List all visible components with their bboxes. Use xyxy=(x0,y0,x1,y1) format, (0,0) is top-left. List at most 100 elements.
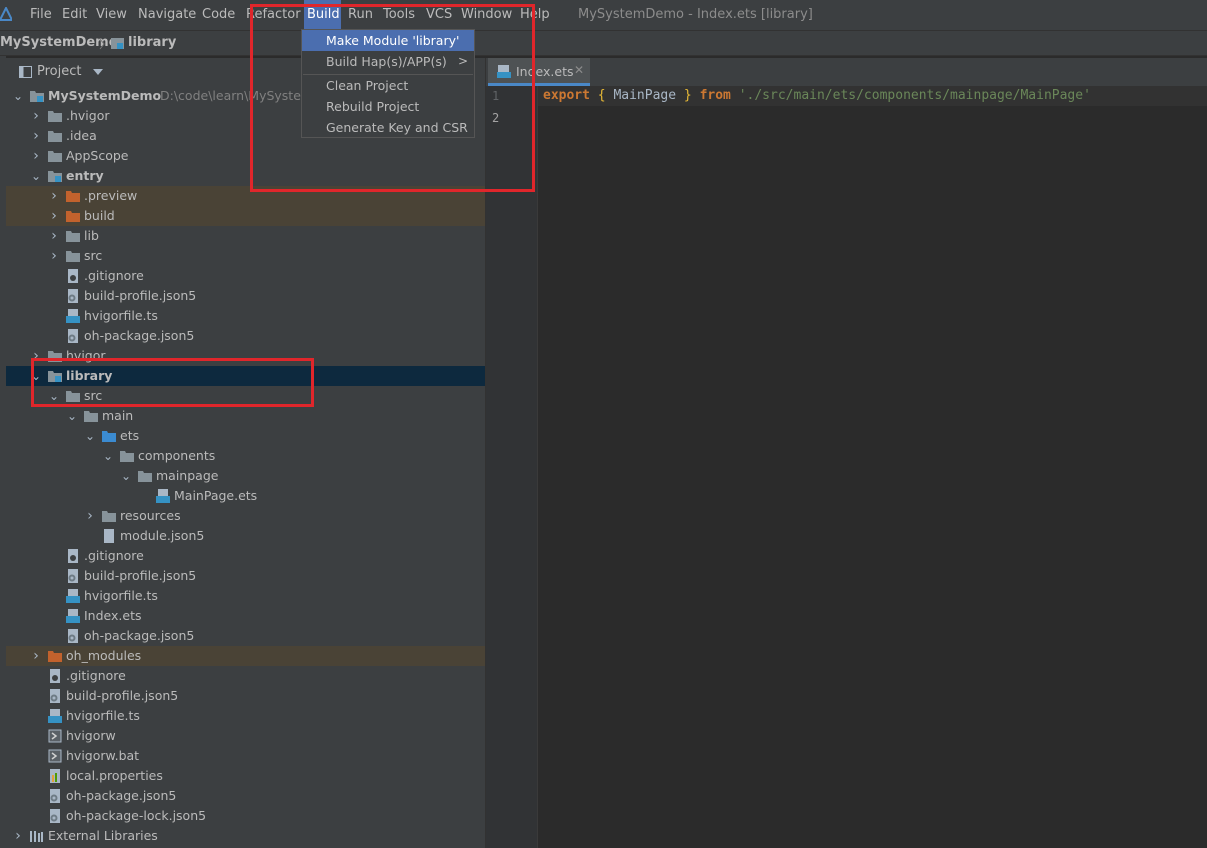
tree-item-label: module.json5 xyxy=(120,528,205,543)
menu-code[interactable]: Code xyxy=(199,0,238,30)
app-logo-icon xyxy=(0,7,12,21)
config-file-icon xyxy=(66,289,80,303)
tree-item-label: build-profile.json5 xyxy=(66,688,179,703)
tree-row[interactable]: ⌄ ets xyxy=(6,426,485,446)
tree-item-label: components xyxy=(138,448,216,463)
chevron-right-icon[interactable]: › xyxy=(30,646,42,666)
tree-row[interactable]: build-profile.json5 xyxy=(6,286,485,306)
tree-item-label: oh-package.json5 xyxy=(84,628,195,643)
tree-row[interactable]: › lib xyxy=(6,226,485,246)
tree-item-label: AppScope xyxy=(66,148,129,163)
tree-row[interactable]: .gitignore xyxy=(6,546,485,566)
chevron-right-icon[interactable]: › xyxy=(30,146,42,166)
tree-item-label: hvigorfile.ts xyxy=(66,708,140,723)
tree-row[interactable]: hvigorw xyxy=(6,726,485,746)
tree-item-label: build xyxy=(84,208,115,223)
folder-icon xyxy=(102,509,116,523)
config-file-icon xyxy=(66,569,80,583)
tree-item-label: build-profile.json5 xyxy=(84,568,197,583)
chevron-down-icon[interactable]: ⌄ xyxy=(12,86,24,106)
tree-row[interactable]: hvigorw.bat xyxy=(6,746,485,766)
menu-edit[interactable]: Edit xyxy=(59,0,90,30)
tree-item-label: ets xyxy=(120,428,140,443)
chevron-down-icon[interactable]: ⌄ xyxy=(30,166,42,186)
tree-row[interactable]: oh-package.json5 xyxy=(6,626,485,646)
keyword-from: from xyxy=(699,88,731,103)
chevron-right-icon[interactable]: › xyxy=(48,186,60,206)
tree-row[interactable]: hvigorfile.ts xyxy=(6,306,485,326)
tree-row[interactable]: local.properties xyxy=(6,766,485,786)
tree-row[interactable]: oh-package.json5 xyxy=(6,326,485,346)
folder-icon xyxy=(48,109,62,123)
menu-file[interactable]: File xyxy=(27,0,55,30)
menu-navigate[interactable]: Navigate xyxy=(135,0,199,30)
tree-row[interactable]: › build xyxy=(6,206,485,226)
config-file-icon xyxy=(48,809,62,823)
tree-row[interactable]: › External Libraries xyxy=(6,826,485,846)
script-file-icon xyxy=(48,749,62,763)
tree-item-label: Index.ets xyxy=(84,608,142,623)
line-number-gutter: 1 2 xyxy=(486,86,538,848)
dropdown-arrow-icon[interactable] xyxy=(93,69,103,76)
chevron-right-icon[interactable]: › xyxy=(48,226,60,246)
chevron-right-icon[interactable]: › xyxy=(30,126,42,146)
chevron-right-icon[interactable]: › xyxy=(48,206,60,226)
chevron-right-icon[interactable]: › xyxy=(48,246,60,266)
chevron-right-icon[interactable]: › xyxy=(84,506,96,526)
chevron-down-icon[interactable]: ⌄ xyxy=(66,406,78,426)
tree-row[interactable]: › resources xyxy=(6,506,485,526)
tree-row[interactable]: Index.ets xyxy=(6,606,485,626)
tree-item-label: oh-package-lock.json5 xyxy=(66,808,207,823)
source-folder-icon xyxy=(102,429,116,443)
tree-row[interactable]: build-profile.json5 xyxy=(6,686,485,706)
tree-item-label: .hvigor xyxy=(66,108,110,123)
project-view-icon xyxy=(19,66,32,78)
tree-item-label: main xyxy=(102,408,134,423)
string-literal: './src/main/ets/components/mainpage/Main… xyxy=(738,88,1091,103)
tree-row[interactable]: oh-package.json5 xyxy=(6,786,485,806)
project-panel-title[interactable]: Project xyxy=(37,64,81,79)
chevron-down-icon[interactable]: ⌄ xyxy=(120,466,132,486)
chevron-right-icon[interactable]: › xyxy=(12,826,24,846)
menu-view[interactable]: View xyxy=(93,0,130,30)
chevron-down-icon[interactable]: ⌄ xyxy=(102,446,114,466)
config-file-icon xyxy=(66,329,80,343)
tree-row[interactable]: module.json5 xyxy=(6,526,485,546)
tree-row[interactable]: build-profile.json5 xyxy=(6,566,485,586)
tree-row[interactable]: › src xyxy=(6,246,485,266)
tree-row[interactable]: oh-package-lock.json5 xyxy=(6,806,485,826)
tree-row[interactable]: ⌄ main xyxy=(6,406,485,426)
folder-icon xyxy=(138,469,152,483)
tree-row[interactable]: hvigorfile.ts xyxy=(6,586,485,606)
config-file-icon xyxy=(48,789,62,803)
tree-item-label: local.properties xyxy=(66,768,163,783)
tree-row[interactable]: hvigorfile.ts xyxy=(6,706,485,726)
window-title: MySystemDemo - Index.ets [library] xyxy=(578,7,813,22)
breadcrumb-module[interactable]: library xyxy=(128,35,176,50)
libraries-icon xyxy=(30,829,44,843)
folder-icon xyxy=(66,249,80,263)
brace-open: { xyxy=(597,88,606,103)
code-editor[interactable]: export { MainPage } from './src/main/ets… xyxy=(538,86,1207,848)
gitignore-file-icon xyxy=(48,669,62,683)
tree-row[interactable]: ⌄ components xyxy=(6,446,485,466)
tree-row[interactable]: .gitignore xyxy=(6,666,485,686)
excluded-folder-icon xyxy=(48,649,62,663)
gitignore-file-icon xyxy=(66,269,80,283)
tree-item-label: hvigorw.bat xyxy=(66,748,140,763)
close-icon[interactable]: ✕ xyxy=(574,63,584,77)
chevron-down-icon[interactable]: ⌄ xyxy=(84,426,96,446)
folder-icon xyxy=(48,129,62,143)
tree-row[interactable]: MainPage.ets xyxy=(6,486,485,506)
tree-item-label: oh-package.json5 xyxy=(66,788,177,803)
annotation-highlight-box xyxy=(31,358,314,407)
gitignore-file-icon xyxy=(66,549,80,563)
file-icon xyxy=(102,529,116,543)
tree-row[interactable]: .gitignore xyxy=(6,266,485,286)
config-file-icon xyxy=(48,689,62,703)
tree-item-label: .preview xyxy=(84,188,138,203)
tree-row[interactable]: ⌄ mainpage xyxy=(6,466,485,486)
tree-item-label: entry xyxy=(66,168,104,183)
tree-row[interactable]: › oh_modules xyxy=(6,646,485,666)
chevron-right-icon[interactable]: › xyxy=(30,106,42,126)
